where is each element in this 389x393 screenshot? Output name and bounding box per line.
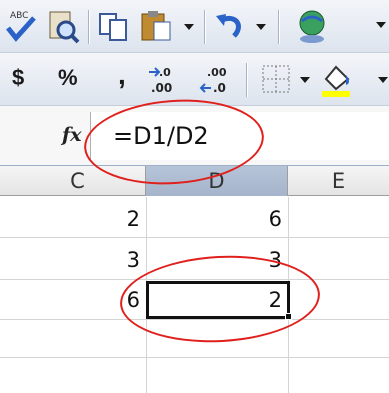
toolbar-separator bbox=[278, 10, 280, 44]
research-icon[interactable] bbox=[42, 6, 82, 46]
cell-c2[interactable]: 3 bbox=[0, 242, 146, 278]
toolbar-separator bbox=[88, 10, 90, 44]
column-header-e[interactable]: E bbox=[288, 166, 389, 196]
paste-icon[interactable] bbox=[136, 6, 176, 46]
fill-color-icon[interactable] bbox=[316, 59, 356, 99]
paste-dropdown-icon[interactable] bbox=[184, 24, 194, 30]
insert-function-icon[interactable]: fx bbox=[62, 124, 82, 146]
currency-button[interactable]: $ bbox=[12, 65, 24, 91]
fill-color-dropdown-icon[interactable] bbox=[378, 77, 388, 83]
toolbar-separator bbox=[204, 10, 206, 44]
cell-c1[interactable]: 2 bbox=[0, 201, 146, 237]
borders-dropdown-icon[interactable] bbox=[300, 77, 310, 83]
gridline bbox=[0, 357, 389, 358]
svg-text:.0: .0 bbox=[213, 81, 226, 95]
svg-text:.0: .0 bbox=[159, 66, 171, 79]
cell-d1[interactable]: 6 bbox=[146, 201, 288, 237]
decrease-decimal-button[interactable]: .00 .0 bbox=[196, 59, 236, 99]
hyperlink-icon[interactable] bbox=[292, 6, 336, 46]
formatting-toolbar: $ % , .0 .00 .00 .0 bbox=[0, 53, 389, 106]
percent-button[interactable]: % bbox=[58, 65, 78, 91]
svg-text:.00: .00 bbox=[207, 66, 227, 79]
increase-decimal-button[interactable]: .0 .00 bbox=[144, 59, 184, 99]
comma-style-button[interactable]: , bbox=[118, 59, 126, 91]
undo-dropdown-icon[interactable] bbox=[256, 24, 266, 30]
undo-icon[interactable] bbox=[210, 6, 250, 46]
borders-icon[interactable] bbox=[256, 59, 296, 99]
more-tools-icon[interactable] bbox=[376, 22, 386, 28]
spelling-icon[interactable]: ABC bbox=[0, 6, 40, 46]
svg-text:ABC: ABC bbox=[10, 11, 28, 21]
gridline bbox=[0, 237, 389, 238]
svg-text:.00: .00 bbox=[151, 81, 172, 95]
copy-icon[interactable] bbox=[94, 6, 134, 46]
toolbar-separator bbox=[246, 63, 248, 97]
standard-toolbar: ABC bbox=[0, 0, 389, 53]
